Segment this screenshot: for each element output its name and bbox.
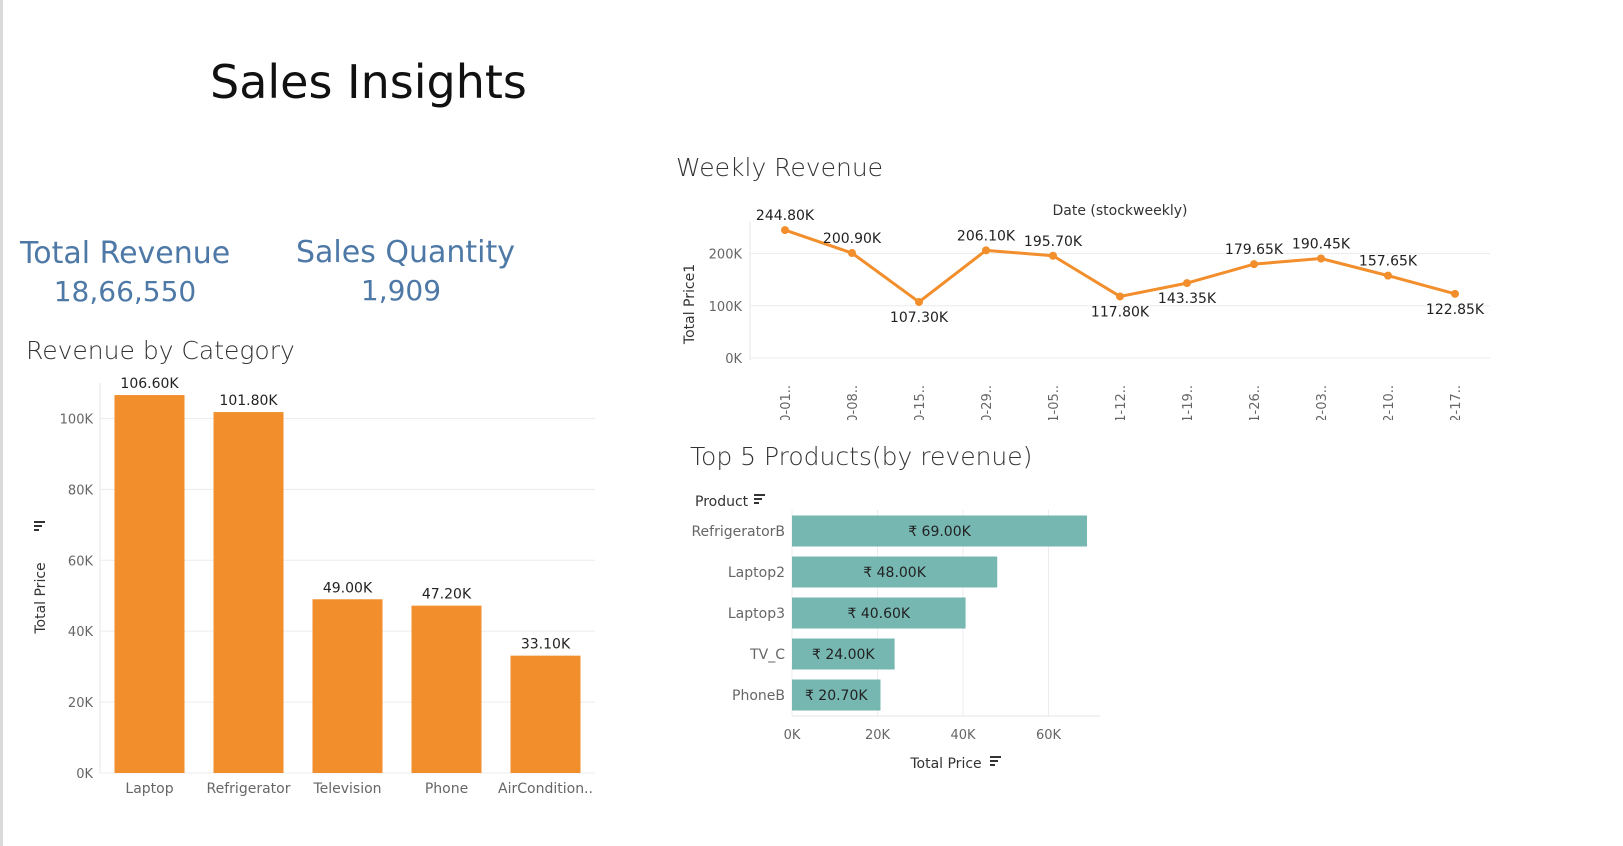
y-tick-label: PhoneB bbox=[732, 688, 785, 704]
data-point bbox=[1317, 254, 1325, 263]
category-header: Product bbox=[695, 494, 749, 510]
x-tick-label: 12-03.. bbox=[1315, 385, 1330, 420]
data-label: 179.65K bbox=[1225, 242, 1284, 258]
data-label: 47.20K bbox=[422, 587, 472, 603]
x-tick-label: 10-08.. bbox=[846, 385, 861, 420]
series-line bbox=[784, 228, 1456, 304]
x-tick-label: 11-19.. bbox=[1181, 385, 1196, 420]
x-tick-label: 60K bbox=[1036, 728, 1062, 743]
x-tick-label: AirCondition.. bbox=[498, 781, 593, 797]
sort-icon[interactable] bbox=[34, 521, 45, 531]
dashboard-title: Sales Insights bbox=[210, 55, 527, 109]
x-axis-title: Date (stockweekly) bbox=[1053, 203, 1188, 219]
revenue-by-category-title: Revenue by Category bbox=[26, 336, 295, 365]
data-label: ₹ 20.70K bbox=[805, 688, 868, 704]
y-axis-title: Total Price bbox=[33, 562, 49, 634]
data-point bbox=[1183, 279, 1191, 288]
data-label: 107.30K bbox=[890, 310, 949, 326]
bar bbox=[114, 395, 185, 773]
data-label: 122.85K bbox=[1426, 302, 1485, 318]
revenue-by-category-chart: 0K 20K 40K 60K 80K 100K Total Price 106.60K Lapt… bbox=[33, 376, 595, 797]
data-point bbox=[1116, 292, 1124, 301]
data-label: 157.65K bbox=[1359, 254, 1418, 270]
data-label: 143.35K bbox=[1158, 291, 1217, 307]
data-label: 200.90K bbox=[823, 231, 882, 247]
y-tick-label: 0K bbox=[76, 767, 93, 782]
data-label: 49.00K bbox=[323, 580, 373, 596]
data-point bbox=[781, 226, 789, 235]
data-point bbox=[915, 297, 923, 306]
x-tick-label: Refrigerator bbox=[207, 781, 291, 797]
data-point bbox=[1250, 260, 1258, 269]
sort-icon[interactable] bbox=[990, 756, 1001, 766]
x-tick-label: 10-29.. bbox=[980, 385, 995, 420]
x-tick-label: 11-26.. bbox=[1248, 385, 1263, 420]
x-tick-label: 10-15.. bbox=[913, 385, 928, 420]
data-point bbox=[1384, 271, 1392, 280]
data-label: 195.70K bbox=[1024, 234, 1083, 250]
y-tick-label: RefrigeratorB bbox=[691, 524, 785, 540]
bar bbox=[312, 599, 383, 773]
data-label: ₹ 40.60K bbox=[847, 606, 910, 622]
y-tick-label: 80K bbox=[68, 483, 94, 498]
total-revenue-label: Total Revenue bbox=[20, 236, 231, 271]
x-axis-title: Total Price bbox=[909, 756, 981, 772]
data-label: ₹ 24.00K bbox=[812, 647, 875, 663]
sales-quantity-value: 1,909 bbox=[360, 274, 442, 307]
x-tick-label: 20K bbox=[865, 728, 891, 743]
data-label: 244.80K bbox=[756, 208, 815, 224]
y-tick-label: 60K bbox=[68, 554, 94, 569]
top5-products-chart: Product 0K 20K 40K 60K Total Price ₹ 69.00K Ref… bbox=[691, 494, 1100, 772]
data-label: 33.10K bbox=[521, 637, 571, 653]
x-tick-label: Phone bbox=[425, 781, 468, 797]
weekly-revenue-chart: Date (stockweekly) 0K 100K 200K Total Price1… bbox=[682, 203, 1490, 420]
x-tick-label: Television bbox=[312, 781, 381, 797]
sort-icon[interactable] bbox=[754, 494, 765, 504]
data-point bbox=[1451, 289, 1459, 298]
total-revenue-value: 18,66,550 bbox=[53, 275, 197, 308]
y-tick-label: Laptop3 bbox=[728, 606, 785, 622]
y-axis-title: Total Price1 bbox=[682, 264, 698, 345]
bar bbox=[213, 412, 284, 773]
data-label: 117.80K bbox=[1091, 304, 1150, 320]
y-tick-label: Laptop2 bbox=[728, 565, 785, 581]
x-tick-label: 12-17.. bbox=[1449, 385, 1464, 420]
data-point bbox=[1049, 251, 1057, 260]
sales-quantity-label: Sales Quantity bbox=[296, 235, 516, 270]
x-tick-label: 12-10.. bbox=[1382, 385, 1397, 420]
weekly-revenue-title: Weekly Revenue bbox=[676, 153, 884, 182]
x-tick-label: 0K bbox=[784, 728, 801, 743]
data-label: ₹ 48.00K bbox=[863, 565, 926, 581]
y-tick-label: 200K bbox=[709, 248, 743, 263]
data-label: 206.10K bbox=[957, 228, 1016, 244]
x-tick-label: 11-05.. bbox=[1047, 385, 1062, 420]
y-tick-label: 40K bbox=[68, 625, 94, 640]
x-tick-label: 10-01.. bbox=[779, 385, 794, 420]
y-tick-label: TV_C bbox=[749, 647, 785, 663]
data-label: ₹ 69.00K bbox=[908, 524, 971, 540]
x-tick-label: 40K bbox=[950, 728, 976, 743]
top5-products-title: Top 5 Products(by revenue) bbox=[690, 442, 1033, 471]
bar bbox=[411, 605, 482, 773]
y-tick-label: 100K bbox=[709, 300, 743, 315]
x-tick-label: 11-12.. bbox=[1114, 385, 1129, 420]
data-label: 190.45K bbox=[1292, 236, 1351, 252]
data-point bbox=[848, 249, 856, 258]
bar bbox=[510, 655, 581, 773]
x-tick-label: Laptop bbox=[125, 781, 173, 797]
y-tick-label: 100K bbox=[60, 412, 94, 427]
data-label: 101.80K bbox=[219, 393, 278, 409]
y-tick-label: 20K bbox=[68, 696, 94, 711]
y-tick-label: 0K bbox=[725, 352, 742, 367]
data-point bbox=[982, 246, 990, 255]
data-label: 106.60K bbox=[120, 376, 179, 392]
